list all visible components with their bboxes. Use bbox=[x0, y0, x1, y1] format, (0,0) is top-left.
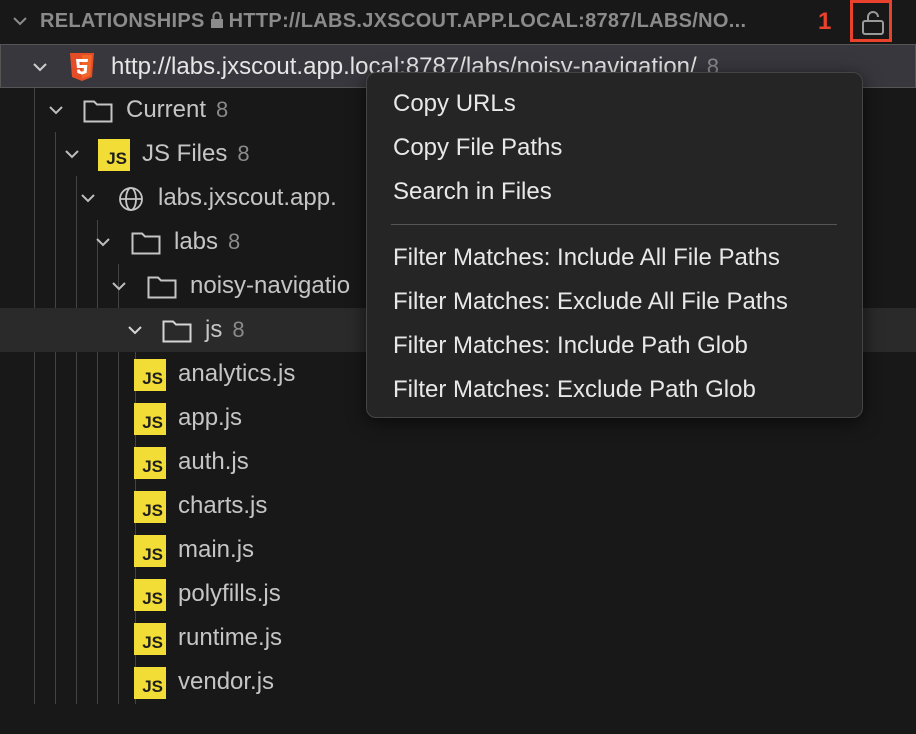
menu-item-copy-file-paths[interactable]: Copy File Paths bbox=[393, 134, 562, 162]
menu-item-exclude-all-file-paths[interactable]: Filter Matches: Exclude All File Paths bbox=[393, 288, 788, 316]
item-count: 8 bbox=[237, 141, 250, 166]
js-icon: JS bbox=[134, 359, 166, 391]
js-icon: JS bbox=[134, 491, 166, 523]
folder-label: labs bbox=[174, 228, 219, 255]
unlock-icon bbox=[862, 11, 884, 35]
file-name: vendor.js bbox=[178, 668, 275, 695]
menu-item-include-all-file-paths[interactable]: Filter Matches: Include All File Paths bbox=[393, 244, 780, 272]
file-item[interactable]: JS charts.js bbox=[0, 484, 916, 528]
file-name: auth.js bbox=[178, 448, 249, 475]
js-icon: JS bbox=[134, 623, 166, 655]
file-item[interactable]: JS polyfills.js bbox=[0, 572, 916, 616]
js-icon: JS bbox=[134, 447, 166, 479]
chevron-down-icon[interactable] bbox=[79, 189, 97, 207]
item-count: 8 bbox=[228, 229, 241, 254]
js-icon: JS bbox=[134, 579, 166, 611]
section-title: RELATIONSHIPS HTTP://LABS.JXSCOUT.APP.LOC… bbox=[40, 10, 840, 33]
menu-item-exclude-path-glob[interactable]: Filter Matches: Exclude Path Glob bbox=[393, 376, 756, 404]
file-name: charts.js bbox=[178, 492, 268, 519]
chevron-down-icon[interactable] bbox=[110, 277, 128, 295]
js-icon: JS bbox=[98, 139, 130, 171]
chevron-down-icon[interactable] bbox=[94, 233, 112, 251]
folder-icon bbox=[83, 100, 113, 123]
title-suffix: HTTP://LABS.JXSCOUT.APP.LOCAL:8787/LABS/… bbox=[228, 10, 747, 32]
file-name: app.js bbox=[178, 404, 243, 431]
file-item[interactable]: JS main.js bbox=[0, 528, 916, 572]
folder-label: js bbox=[205, 316, 223, 343]
relationships-header[interactable]: RELATIONSHIPS HTTP://LABS.JXSCOUT.APP.LOC… bbox=[0, 0, 916, 44]
group-label: JS Files bbox=[142, 140, 228, 167]
chevron-down-icon[interactable] bbox=[31, 58, 49, 76]
menu-item-copy-urls[interactable]: Copy URLs bbox=[393, 90, 516, 118]
js-icon: JS bbox=[134, 403, 166, 435]
folder-icon bbox=[162, 320, 192, 343]
folder-label: noisy-navigatio bbox=[190, 272, 351, 299]
item-count: 8 bbox=[216, 97, 229, 122]
folder-icon bbox=[147, 276, 177, 299]
chevron-down-icon[interactable] bbox=[47, 101, 65, 119]
menu-item-include-path-glob[interactable]: Filter Matches: Include Path Glob bbox=[393, 332, 748, 360]
menu-item-search-in-files[interactable]: Search in Files bbox=[393, 178, 552, 206]
js-icon: JS bbox=[134, 667, 166, 699]
file-item[interactable]: JS runtime.js bbox=[0, 616, 916, 660]
folder-label: Current bbox=[126, 96, 207, 123]
file-name: polyfills.js bbox=[178, 580, 281, 607]
chevron-down-icon[interactable] bbox=[63, 145, 81, 163]
annotation-number: 1 bbox=[818, 8, 832, 35]
file-name: main.js bbox=[178, 536, 255, 563]
file-item[interactable]: JS auth.js bbox=[0, 440, 916, 484]
menu-separator bbox=[391, 224, 837, 225]
context-menu: Copy URLs Copy File Paths Search in File… bbox=[366, 72, 863, 418]
host-label: labs.jxscout.app. bbox=[158, 184, 337, 211]
globe-icon bbox=[119, 187, 143, 211]
unlock-toggle-button[interactable] bbox=[850, 0, 892, 42]
html5-icon bbox=[70, 53, 94, 81]
chevron-down-icon[interactable] bbox=[11, 12, 29, 30]
file-name: runtime.js bbox=[178, 624, 283, 651]
title-prefix: RELATIONSHIPS bbox=[40, 10, 205, 32]
lock-icon bbox=[210, 11, 223, 28]
item-count: 8 bbox=[232, 317, 245, 342]
chevron-down-icon[interactable] bbox=[126, 321, 144, 339]
folder-icon bbox=[131, 232, 161, 255]
file-name: analytics.js bbox=[178, 360, 296, 387]
js-icon: JS bbox=[134, 535, 166, 567]
file-item[interactable]: JS vendor.js bbox=[0, 660, 916, 704]
